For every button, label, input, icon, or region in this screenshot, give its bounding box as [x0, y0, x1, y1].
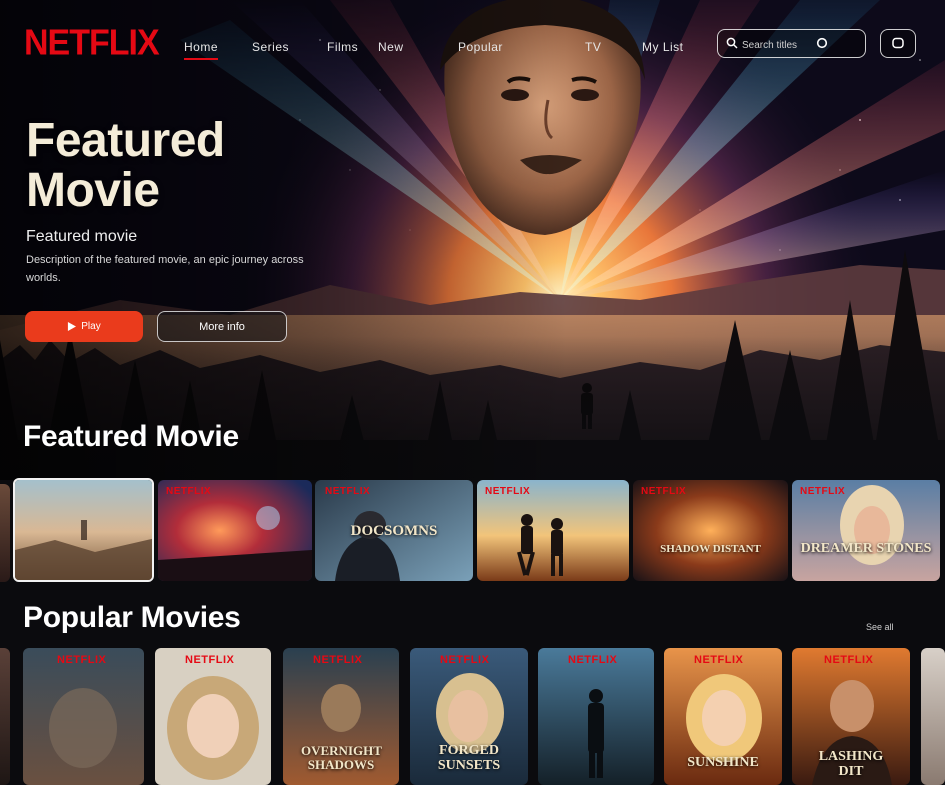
- row-title-popular: Popular Movies: [23, 601, 241, 634]
- nav-link-new[interactable]: New: [378, 40, 404, 54]
- top-navigation: NETFLIX Home Series Films New Popular TV…: [0, 0, 945, 90]
- card-logo: NETFLIX: [824, 654, 874, 666]
- search-bar[interactable]: [717, 29, 866, 58]
- card-logo: NETFLIX: [800, 486, 846, 497]
- movie-card[interactable]: NETFLIX DOCSOMNS: [315, 480, 473, 581]
- card-logo: NETFLIX: [325, 486, 371, 497]
- see-all-link[interactable]: See all: [866, 622, 894, 632]
- movie-card-peek[interactable]: [921, 648, 945, 785]
- movie-card[interactable]: NETFLIX SUNSHINE: [664, 648, 782, 785]
- movie-card[interactable]: NETFLIX: [477, 480, 629, 581]
- movie-card[interactable]: NETFLIX DREAMER STONES: [792, 480, 940, 581]
- nav-link-series[interactable]: Series: [252, 40, 289, 54]
- voice-search-icon[interactable]: [816, 37, 828, 49]
- card-logo: NETFLIX: [440, 654, 490, 666]
- card-title: SHADOW DISTANT: [660, 543, 761, 555]
- profile-button[interactable]: [880, 29, 916, 58]
- card-title: SUNSHINE: [687, 755, 759, 770]
- card-logo: NETFLIX: [641, 486, 687, 497]
- nav-link-home[interactable]: Home: [184, 40, 219, 60]
- card-title: DREAMER STONES: [800, 541, 932, 556]
- search-icon: [726, 37, 738, 49]
- nav-link-films[interactable]: Films: [327, 40, 358, 54]
- movie-card[interactable]: NETFLIX SHADOW DISTANT: [633, 480, 788, 581]
- movie-card[interactable]: NETFLIX LASHING DIT: [792, 648, 910, 785]
- movie-card[interactable]: NETFLIX OVERNIGHT SHADOWS: [283, 648, 399, 785]
- poster-art: [15, 480, 152, 580]
- movie-card-peek[interactable]: [0, 648, 10, 785]
- movie-card[interactable]: NETFLIX: [155, 648, 271, 785]
- hero-subtitle: Featured movie: [26, 228, 138, 245]
- movie-card[interactable]: NETFLIX: [23, 648, 144, 785]
- movie-card[interactable]: [13, 478, 154, 582]
- card-title: OVERNIGHT SHADOWS: [301, 743, 382, 772]
- netflix-logo[interactable]: NETFLIX: [24, 23, 160, 64]
- nav-link-tv[interactable]: TV: [585, 40, 601, 54]
- card-logo: NETFLIX: [568, 654, 618, 666]
- card-logo: NETFLIX: [694, 654, 744, 666]
- card-logo: NETFLIX: [313, 654, 363, 666]
- movie-card[interactable]: NETFLIX FORGED SUNSETS: [410, 648, 528, 785]
- more-info-button[interactable]: More info: [157, 311, 287, 342]
- play-icon: [68, 322, 77, 331]
- profile-icon: [892, 37, 904, 49]
- poster-art: [538, 648, 654, 785]
- poster-art: [23, 648, 144, 785]
- row-title-featured: Featured Movie: [23, 420, 239, 453]
- movie-card[interactable]: NETFLIX: [538, 648, 654, 785]
- card-title: LASHING DIT: [818, 749, 884, 779]
- card-title: DOCSOMNS: [350, 523, 438, 539]
- hero-description: Description of the featured movie, an ep…: [26, 254, 304, 284]
- card-logo: NETFLIX: [57, 654, 107, 666]
- movie-card-peek[interactable]: [0, 484, 10, 582]
- card-logo: NETFLIX: [485, 486, 531, 497]
- card-logo: NETFLIX: [166, 486, 212, 497]
- play-button-label: Play: [81, 321, 101, 332]
- poster-art: [155, 648, 271, 785]
- card-logo: NETFLIX: [185, 654, 235, 666]
- nav-link-popular[interactable]: Popular: [458, 40, 503, 54]
- play-button[interactable]: Play: [25, 311, 143, 342]
- hero-title: Featured Movie: [26, 114, 225, 217]
- card-title: FORGED SUNSETS: [437, 743, 501, 773]
- nav-link-my-list[interactable]: My List: [642, 40, 684, 54]
- movie-card[interactable]: NETFLIX: [158, 480, 312, 581]
